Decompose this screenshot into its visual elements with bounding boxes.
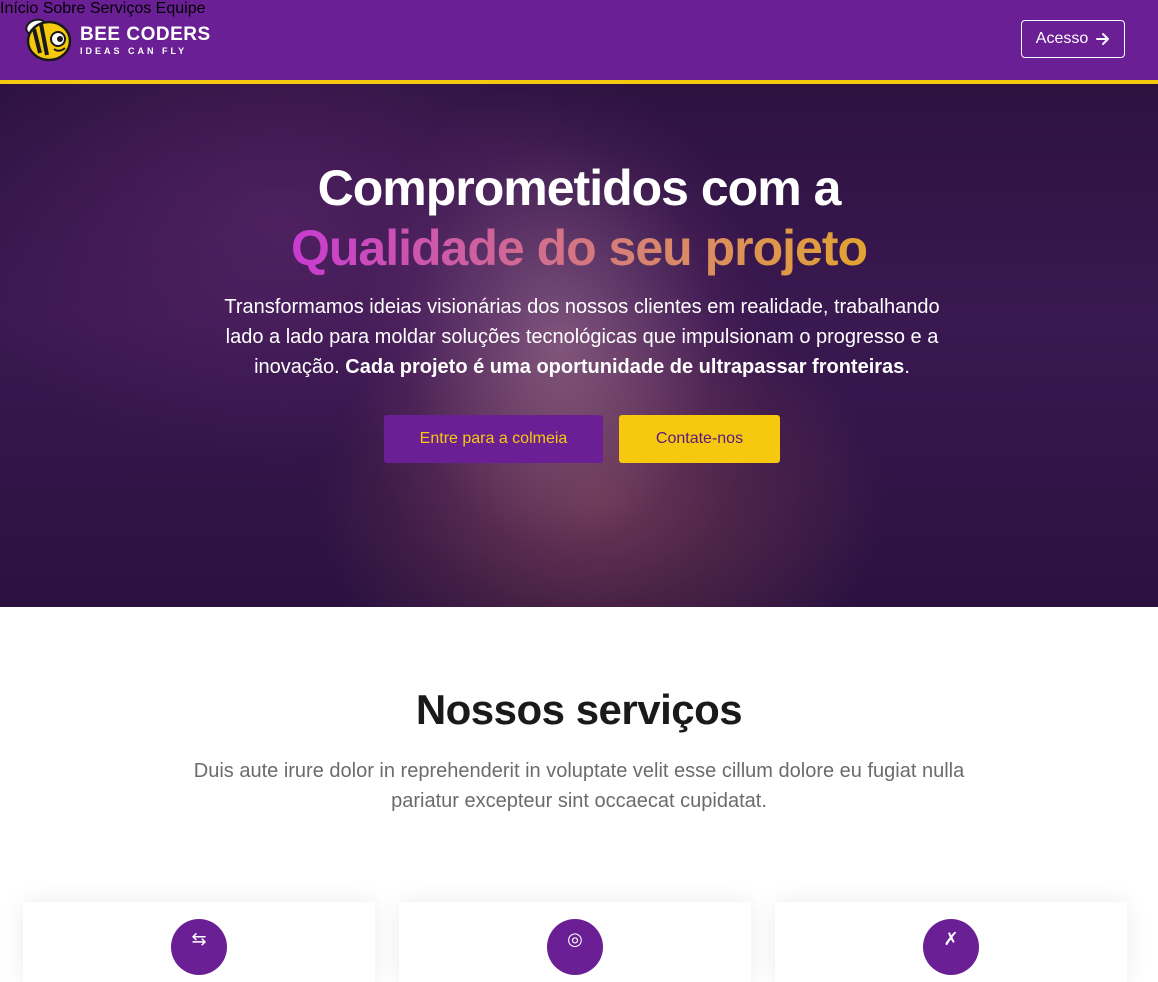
service-card[interactable]: ✗: [775, 902, 1127, 982]
logo-tagline: IDEAS CAN FLY: [80, 45, 188, 56]
logo[interactable]: BEE CODERS IDEAS CAN FLY: [22, 16, 211, 64]
logo-title: BEE CODERS: [80, 23, 211, 45]
nav-link-servicos[interactable]: Serviços: [90, 0, 151, 17]
hero-title-line-2: Qualidade do seu projeto: [0, 218, 1158, 278]
hero-section: Comprometidos com a Qualidade do seu pro…: [0, 84, 1158, 607]
tools-icon: ✗: [923, 919, 979, 975]
hero-description-bold: Cada projeto é uma oportunidade de ultra…: [345, 356, 905, 378]
login-button-label: Acesso: [1035, 30, 1089, 47]
target-icon: ◎: [547, 919, 603, 975]
nav-link-inicio[interactable]: Início: [0, 0, 38, 17]
services-description: Duis aute irure dolor in reprehenderit i…: [193, 760, 965, 812]
join-hive-button[interactable]: Entre para a colmeia: [384, 415, 603, 463]
arrow-right-icon: [1096, 33, 1110, 45]
bee-icon: [25, 18, 72, 62]
contact-button[interactable]: Contate-nos: [619, 415, 780, 463]
service-card[interactable]: ⇆: [23, 902, 375, 982]
logo-text: BEE CODERS IDEAS CAN FLY: [80, 25, 211, 56]
service-card[interactable]: ◎: [399, 902, 751, 982]
login-button[interactable]: Acesso: [1021, 20, 1125, 58]
nav-link-sobre[interactable]: Sobre: [43, 0, 86, 17]
hero-title-highlight: Qualidade do seu projeto: [290, 220, 868, 276]
site-header: BEE CODERS IDEAS CAN FLY Início Sobre Se…: [0, 0, 1158, 84]
hero-description-end: .: [904, 356, 910, 378]
nav-link-equipe[interactable]: Equipe: [156, 0, 206, 17]
services-title: Nossos serviços: [415, 686, 743, 733]
hero-description: Transformamos ideias visionárias dos nos…: [204, 292, 960, 382]
hero-title-line-1: Comprometidos com a: [317, 160, 842, 216]
shuffle-icon: ⇆: [171, 919, 227, 975]
